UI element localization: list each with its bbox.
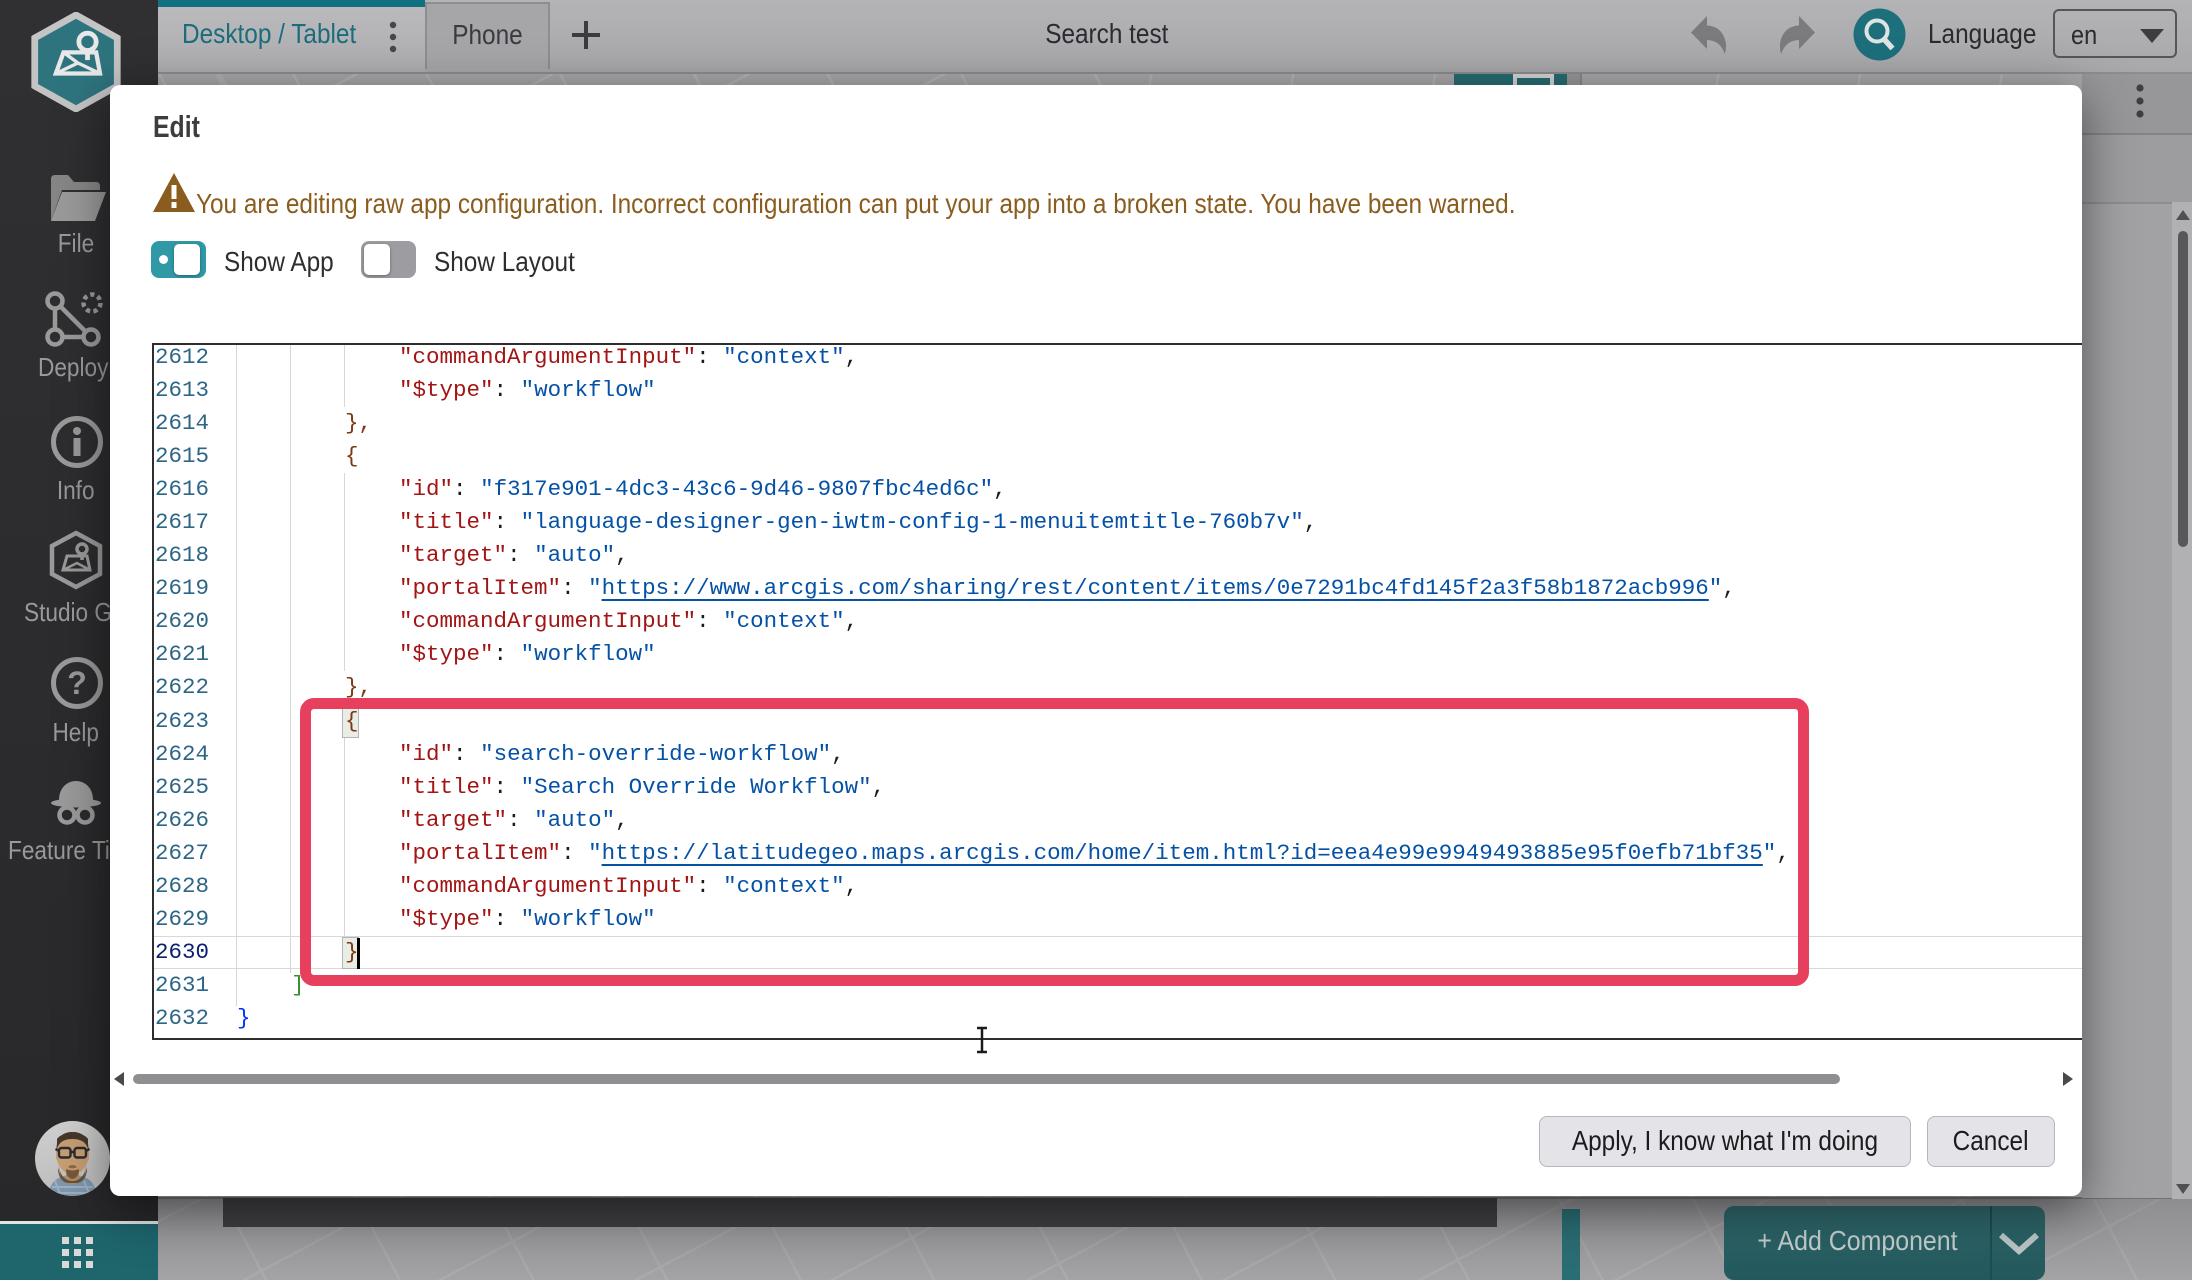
svg-text:?: ? — [67, 665, 87, 701]
